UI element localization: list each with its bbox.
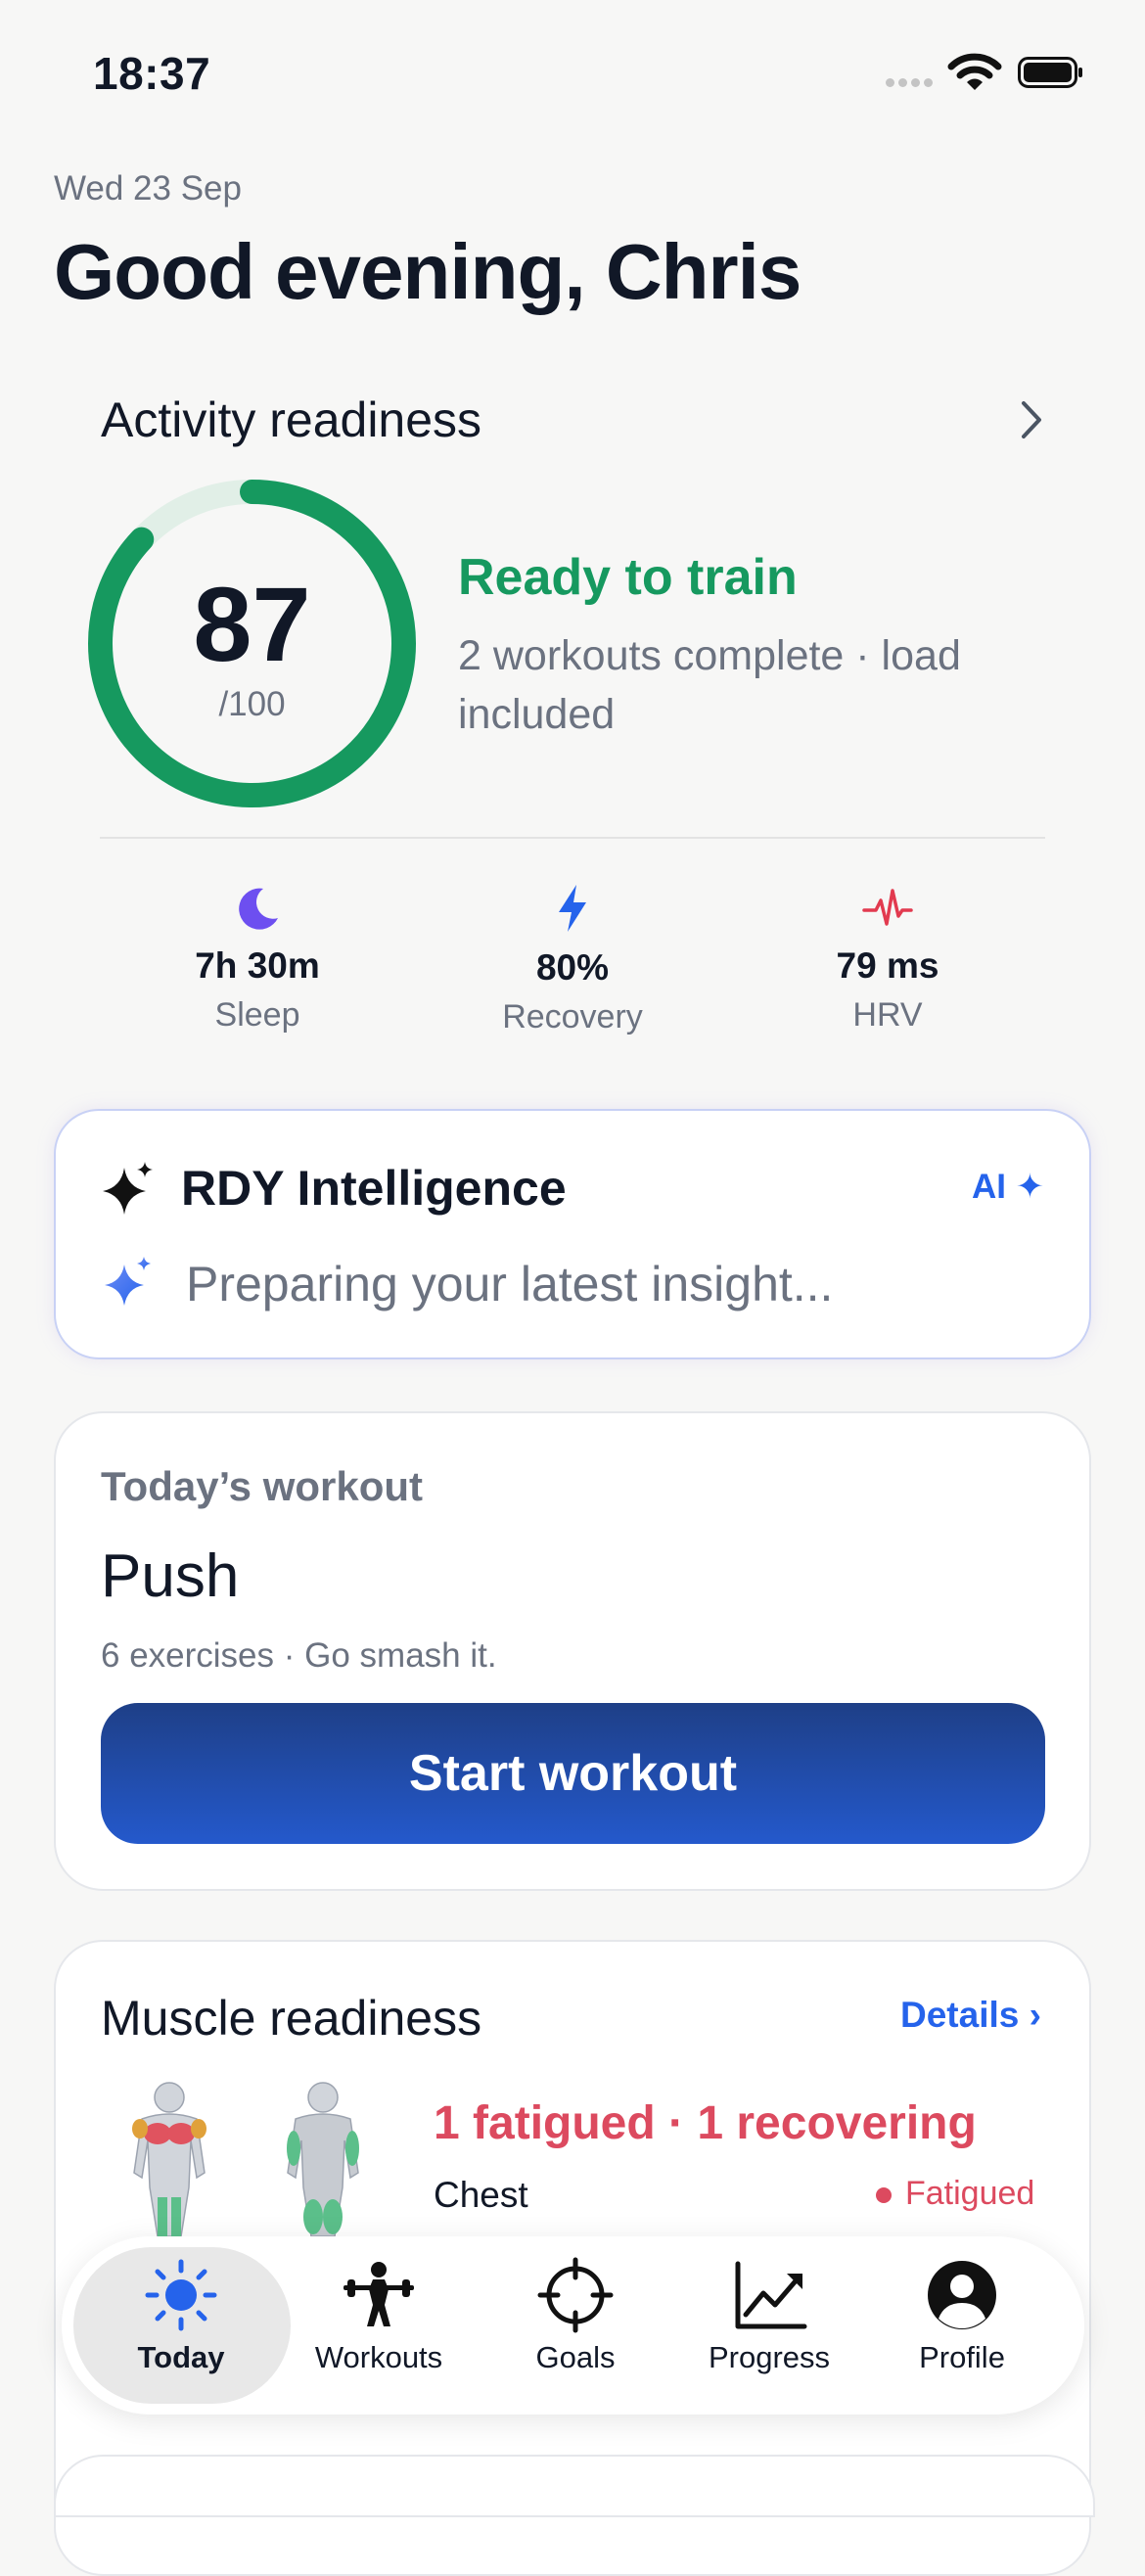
metric-value: 80% bbox=[535, 947, 610, 988]
next-card-edge bbox=[54, 2455, 1095, 2517]
body-front-figure bbox=[132, 2082, 206, 2237]
person-icon bbox=[928, 2261, 996, 2329]
workout-name: Push bbox=[101, 1542, 240, 1610]
metric-hrv: 79 ms HRV bbox=[741, 883, 1034, 1035]
activity-readiness-title[interactable]: Activity readiness bbox=[101, 391, 481, 448]
tab-label: Profile bbox=[919, 2340, 1005, 2374]
ai-badge: AI ✦ bbox=[972, 1168, 1045, 1206]
sun-icon bbox=[145, 2259, 217, 2331]
muscle-readiness-title: Muscle readiness bbox=[101, 1991, 482, 2046]
tab-goals[interactable]: Goals bbox=[482, 2256, 668, 2375]
status-dot bbox=[876, 2187, 892, 2203]
sparkles-icon bbox=[101, 1160, 158, 1225]
bolt-icon bbox=[559, 885, 586, 932]
workout-subtitle: 6 exercises · Go smash it. bbox=[101, 1636, 497, 1675]
sparkles-icon bbox=[103, 1255, 156, 1316]
metric-label: HRV bbox=[852, 996, 923, 1034]
body-back-figure bbox=[287, 2082, 359, 2237]
cellular-signal-icon bbox=[886, 74, 937, 92]
metric-value: 7h 30m bbox=[195, 945, 320, 986]
readiness-status: Ready to train bbox=[458, 549, 798, 606]
tab-label: Today bbox=[137, 2340, 225, 2374]
muscle-row-name: Chest bbox=[434, 2175, 528, 2215]
tab-label: Progress bbox=[708, 2340, 831, 2374]
heartbeat-icon bbox=[862, 889, 913, 926]
readiness-score: 87 bbox=[193, 565, 311, 683]
muscle-row-status: Fatigued bbox=[905, 2175, 1035, 2212]
tab-progress[interactable]: Progress bbox=[676, 2256, 862, 2375]
crosshair-icon bbox=[537, 2257, 614, 2333]
metric-sleep: 7h 30m Sleep bbox=[111, 883, 404, 1035]
metric-recovery: 80% Recovery bbox=[426, 883, 719, 1036]
tab-profile[interactable]: Profile bbox=[869, 2256, 1055, 2375]
tab-workouts[interactable]: Workouts bbox=[286, 2256, 472, 2375]
ai-card-title: RDY Intelligence bbox=[181, 1161, 567, 1216]
metric-label: Sleep bbox=[214, 996, 300, 1034]
metric-label: Recovery bbox=[502, 998, 643, 1035]
status-time: 18:37 bbox=[93, 48, 211, 99]
details-link[interactable]: Details › bbox=[900, 1995, 1041, 2036]
muscle-body-map bbox=[103, 2080, 396, 2241]
tab-label: Goals bbox=[535, 2340, 616, 2374]
greeting-title: Good evening, Chris bbox=[54, 228, 802, 315]
tab-today[interactable]: Today bbox=[88, 2256, 274, 2375]
workout-section-label: Today’s workout bbox=[101, 1463, 424, 1509]
readiness-score-max: /100 bbox=[218, 685, 286, 723]
current-date: Wed 23 Sep bbox=[54, 169, 242, 207]
metric-value: 79 ms bbox=[836, 945, 939, 986]
ai-insight-card[interactable] bbox=[54, 1109, 1091, 1359]
tab-label: Workouts bbox=[314, 2340, 443, 2374]
divider bbox=[100, 837, 1045, 839]
muscle-summary: 1 fatigued · 1 recovering bbox=[434, 2097, 977, 2149]
ai-insight-text: Preparing your latest insight... bbox=[186, 1257, 834, 1311]
battery-icon bbox=[1018, 57, 1082, 88]
wifi-icon bbox=[947, 53, 1002, 97]
weightlifter-icon bbox=[344, 2262, 414, 2326]
start-workout-button[interactable]: Start workout bbox=[101, 1703, 1045, 1844]
trend-chart-icon bbox=[735, 2261, 807, 2329]
chevron-right-icon[interactable] bbox=[1018, 399, 1045, 445]
readiness-subtitle: 2 workouts complete · load included bbox=[458, 632, 961, 738]
moon-icon bbox=[239, 888, 278, 930]
